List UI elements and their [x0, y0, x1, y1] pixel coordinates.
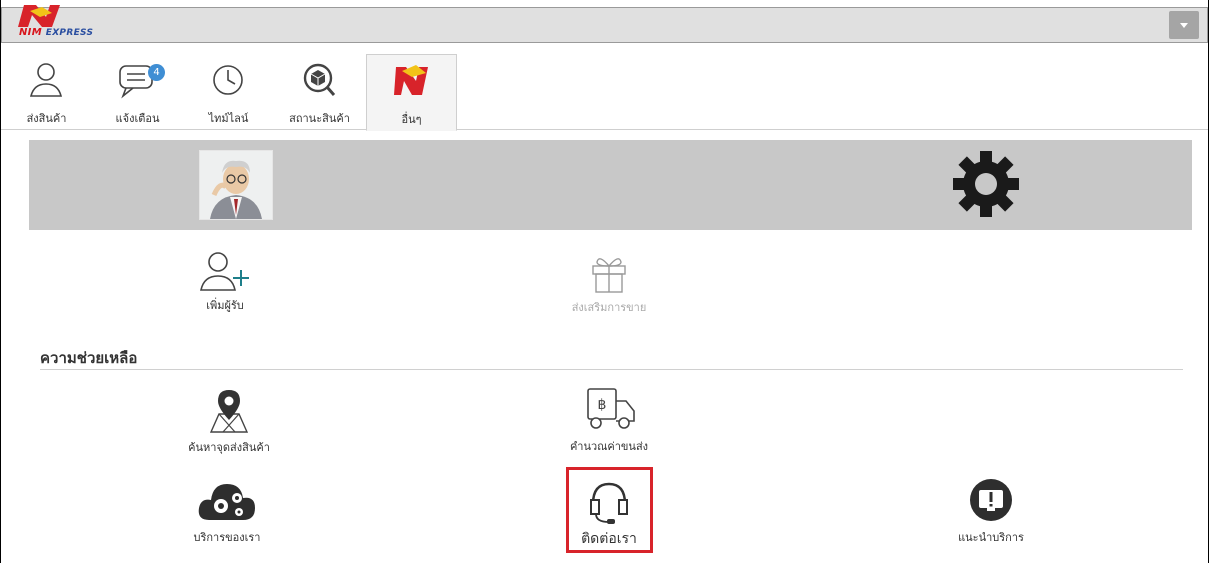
logo-text-sub: EXPRESS	[45, 28, 94, 38]
tab-notify[interactable]: 4 แจ้งเตือน	[92, 54, 183, 130]
profile-band	[29, 140, 1192, 230]
find-location-label: ค้นหาจุดส่งสินค้า	[188, 441, 270, 454]
delivery-truck-icon: ฿	[587, 388, 635, 429]
person-icon	[29, 63, 63, 97]
avatar[interactable]	[199, 150, 273, 220]
help-section-title: ความช่วยเหลือ	[40, 349, 138, 367]
nim-logo-icon	[394, 65, 428, 95]
calculate-shipping-label: คำนวณค่าขนส่ง	[569, 440, 649, 453]
box-search-icon	[303, 63, 336, 96]
map-pin-icon	[209, 390, 249, 433]
tab-notify-label: แจ้งเตือน	[115, 112, 160, 125]
tab-timeline[interactable]: ไทม์ไลน์	[183, 54, 274, 130]
add-recipient-tile[interactable]: เพิ่มผู้รับ	[135, 250, 315, 314]
tab-status-label: สถานะสินค้า	[289, 112, 350, 125]
tab-status[interactable]: สถานะสินค้า	[274, 54, 365, 130]
clock-icon	[213, 65, 243, 95]
nim-logo-icon	[18, 5, 60, 27]
logo-text-main: NIM	[19, 27, 42, 38]
promotion-tile[interactable]: ส่งเสริมการขาย	[519, 250, 699, 316]
promotion-label: ส่งเสริมการขาย	[571, 301, 647, 314]
dropdown-menu-button[interactable]	[1169, 11, 1199, 39]
top-bar: NIM EXPRESS	[1, 5, 1208, 43]
suggest-service-label: แนะนำบริการ	[958, 531, 1024, 544]
tab-send-label: ส่งสินค้า	[26, 112, 67, 125]
notification-badge: 4	[148, 64, 165, 81]
svg-text:฿: ฿	[598, 397, 607, 413]
add-person-icon	[200, 252, 249, 291]
tab-other-label: อื่นๆ	[401, 113, 422, 126]
tab-send[interactable]: ส่งสินค้า	[1, 54, 92, 130]
tab-bar: ส่งสินค้า 4 แจ้งเตือน ไทม์ไลน์ สถานะสินค…	[1, 54, 1208, 131]
contact-us-highlight-box	[566, 467, 653, 553]
settings-gear-icon[interactable]	[951, 149, 1021, 219]
suggest-service-tile[interactable]: แนะนำบริการ	[901, 478, 1081, 546]
avatar-image	[200, 151, 272, 219]
section-divider	[40, 369, 1183, 370]
calculate-shipping-tile[interactable]: ฿ คำนวณค่าขนส่ง	[519, 385, 699, 455]
tab-timeline-label: ไทม์ไลน์	[208, 112, 249, 125]
nim-express-logo[interactable]: NIM EXPRESS	[12, 1, 122, 45]
cloud-gears-icon	[198, 484, 255, 520]
gift-icon	[592, 258, 626, 293]
find-location-tile[interactable]: ค้นหาจุดส่งสินค้า	[139, 388, 319, 456]
our-services-tile[interactable]: บริการของเรา	[137, 474, 317, 546]
our-services-label: บริการของเรา	[193, 531, 261, 544]
alert-monitor-icon	[970, 479, 1012, 521]
add-recipient-label: เพิ่มผู้รับ	[206, 299, 244, 312]
tab-other[interactable]: อื่นๆ	[366, 54, 457, 131]
